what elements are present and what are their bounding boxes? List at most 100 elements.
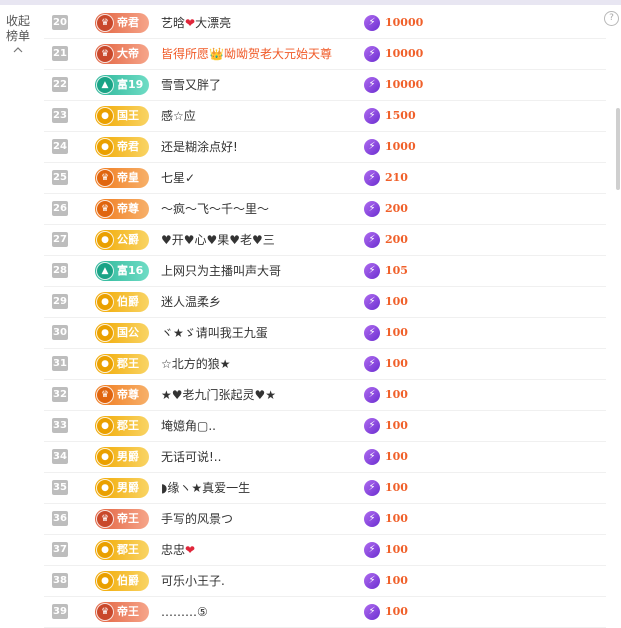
lightning-icon: ⚡ xyxy=(364,77,380,93)
badge-emblem-icon: ♛ xyxy=(96,169,114,187)
leaderboard-row[interactable]: 39 ♛ 帝王 ………⑤ ⚡ 100 xyxy=(44,597,606,628)
user-name[interactable]: 忠忠❤ xyxy=(161,535,195,565)
badge-emblem-icon: ▲ xyxy=(96,262,114,280)
badge-label: 公爵 xyxy=(117,233,139,246)
badge-label: 伯爵 xyxy=(117,574,139,587)
leaderboard-row[interactable]: 33 ● 郡王 埯嬑角▢.. ⚡ 100 xyxy=(44,411,606,442)
badge-label: 男爵 xyxy=(117,450,139,463)
leaderboard-row[interactable]: 35 ● 男爵 ◗缘ヽ★真爱一生 ⚡ 100 xyxy=(44,473,606,504)
lightning-icon: ⚡ xyxy=(364,46,380,62)
leaderboard-row[interactable]: 27 ● 公爵 ♥开♥心♥果♥老♥三 ⚡ 200 xyxy=(44,225,606,256)
badge-emblem-icon: ● xyxy=(96,479,114,497)
level-badge: ● 男爵 xyxy=(95,478,149,498)
rank-number: 25 xyxy=(52,170,68,185)
user-name[interactable]: ☆北方的狼★ xyxy=(161,349,231,379)
leaderboard-row[interactable]: 32 ♛ 帝尊 ★♥老九门张起灵♥★ ⚡ 100 xyxy=(44,380,606,411)
badge-label: 富19 xyxy=(117,78,144,91)
score-value: 200 xyxy=(385,233,408,246)
badge-label: 郡王 xyxy=(117,543,139,556)
level-badge: ♛ 帝尊 xyxy=(95,199,149,219)
heart-icon: ❤ xyxy=(185,543,196,557)
leaderboard-row[interactable]: 38 ● 伯爵 可乐小王子. ⚡ 100 xyxy=(44,566,606,597)
leaderboard-row[interactable]: 20 ♛ 帝君 艺晗❤大漂亮 ⚡ 10000 xyxy=(44,8,606,39)
user-name[interactable]: 可乐小王子. xyxy=(161,566,225,596)
badge-emblem-icon: ♛ xyxy=(96,510,114,528)
leaderboard-row[interactable]: 25 ♛ 帝皇 七星✓ ⚡ 210 xyxy=(44,163,606,194)
badge-emblem-icon: ● xyxy=(96,231,114,249)
collapse-label-line2: 榜单 xyxy=(5,29,30,43)
leaderboard-row[interactable]: 30 ● 国公 ヾ★ゞ请叫我王九蛋 ⚡ 100 xyxy=(44,318,606,349)
leaderboard-row[interactable]: 26 ♛ 帝尊 ～疯～飞～千～里～ ⚡ 200 xyxy=(44,194,606,225)
badge-emblem-icon: ● xyxy=(96,417,114,435)
crown-icon: 👑 xyxy=(209,47,224,61)
leaderboard-row[interactable]: 23 ● 国王 感☆应 ⚡ 1500 xyxy=(44,101,606,132)
lightning-icon: ⚡ xyxy=(364,604,380,620)
user-name[interactable]: 皆得所愿👑呦呦贺老大元始天尊 xyxy=(161,39,332,69)
lightning-icon: ⚡ xyxy=(364,542,380,558)
user-name-text: 可乐小王子. xyxy=(161,574,225,588)
score-value: 100 xyxy=(385,574,408,587)
badge-label: 郡王 xyxy=(117,419,139,432)
user-name[interactable]: ◗缘ヽ★真爱一生 xyxy=(161,473,250,503)
rank-number: 23 xyxy=(52,108,68,123)
user-name-text: 七星✓ xyxy=(161,171,196,185)
user-name[interactable]: 无话可说!.. xyxy=(161,442,221,472)
user-name[interactable]: 迷人温柔乡 xyxy=(161,287,221,317)
user-name[interactable]: ヾ★ゞ请叫我王九蛋 xyxy=(161,318,268,348)
user-name[interactable]: ★♥老九门张起灵♥★ xyxy=(161,380,276,410)
top-divider xyxy=(0,0,621,5)
user-name[interactable]: ～疯～飞～千～里～ xyxy=(161,194,269,224)
user-name-text: 上网只为主播叫声大哥 xyxy=(161,264,282,278)
badge-emblem-icon: ● xyxy=(96,448,114,466)
score-value: 100 xyxy=(385,388,408,401)
leaderboard-row[interactable]: 34 ● 男爵 无话可说!.. ⚡ 100 xyxy=(44,442,606,473)
leaderboard-row[interactable]: 37 ● 郡王 忠忠❤ ⚡ 100 xyxy=(44,535,606,566)
level-badge: ♛ 大帝 xyxy=(95,44,149,64)
level-badge: ♛ 帝尊 xyxy=(95,385,149,405)
user-name-text: 皆得所愿 xyxy=(161,47,210,61)
badge-emblem-icon: ● xyxy=(96,355,114,373)
leaderboard-row[interactable]: 28 ▲ 富16 上网只为主播叫声大哥 ⚡ 105 xyxy=(44,256,606,287)
level-badge: ● 郡王 xyxy=(95,416,149,436)
collapse-leaderboard-button[interactable]: 收起 榜单 xyxy=(0,14,36,53)
help-icon[interactable]: ? xyxy=(604,11,619,26)
lightning-icon: ⚡ xyxy=(364,15,380,31)
user-name-text: 无话可说!.. xyxy=(161,450,222,464)
user-name[interactable]: 雪雪又胖了 xyxy=(161,70,221,100)
leaderboard-row[interactable]: 22 ▲ 富19 雪雪又胖了 ⚡ 10000 xyxy=(44,70,606,101)
leaderboard-row[interactable]: 24 ● 帝君 还是糊涂点好! ⚡ 1000 xyxy=(44,132,606,163)
user-name[interactable]: 感☆应 xyxy=(161,101,196,131)
heart-icon: ❤ xyxy=(185,16,196,30)
badge-emblem-icon: ● xyxy=(96,107,114,125)
user-name[interactable]: 七星✓ xyxy=(161,163,195,193)
leaderboard-row[interactable]: 36 ♛ 帝王 手写的风景つ ⚡ 100 xyxy=(44,504,606,535)
level-badge: ● 国王 xyxy=(95,106,149,126)
user-name-text: ◗缘ヽ★真爱一生 xyxy=(161,481,251,495)
user-name[interactable]: ………⑤ xyxy=(161,597,208,627)
leaderboard-row[interactable]: 31 ● 郡王 ☆北方的狼★ ⚡ 100 xyxy=(44,349,606,380)
lightning-icon: ⚡ xyxy=(364,139,380,155)
scrollbar[interactable] xyxy=(616,108,620,190)
user-name-text: 迷人温柔乡 xyxy=(161,295,222,309)
user-name[interactable]: 上网只为主播叫声大哥 xyxy=(161,256,281,286)
user-name[interactable]: ♥开♥心♥果♥老♥三 xyxy=(161,225,275,255)
score-value: 100 xyxy=(385,543,408,556)
badge-emblem-icon: ▲ xyxy=(96,76,114,94)
score-value: 210 xyxy=(385,171,408,184)
lightning-icon: ⚡ xyxy=(364,573,380,589)
chevron-up-icon xyxy=(13,47,23,53)
leaderboard-row[interactable]: 21 ♛ 大帝 皆得所愿👑呦呦贺老大元始天尊 ⚡ 10000 xyxy=(44,39,606,70)
user-name-text: 忠忠 xyxy=(161,543,186,557)
rank-number: 20 xyxy=(52,15,68,30)
lightning-icon: ⚡ xyxy=(364,480,380,496)
user-name[interactable]: 埯嬑角▢.. xyxy=(161,411,216,441)
leaderboard-row[interactable]: 29 ● 伯爵 迷人温柔乡 ⚡ 100 xyxy=(44,287,606,318)
user-name[interactable]: 手写的风景つ xyxy=(161,504,233,534)
user-name[interactable]: 艺晗❤大漂亮 xyxy=(161,8,231,38)
badge-label: 帝尊 xyxy=(117,388,139,401)
level-badge: ● 男爵 xyxy=(95,447,149,467)
level-badge: ▲ 富19 xyxy=(95,75,149,95)
badge-emblem-icon: ♛ xyxy=(96,14,114,32)
leaderboard-list: 20 ♛ 帝君 艺晗❤大漂亮 ⚡ 10000 21 ♛ 大帝 皆得所愿👑呦呦贺老大元始天尊 ⚡ 100… xyxy=(44,8,606,628)
user-name[interactable]: 还是糊涂点好! xyxy=(161,132,238,162)
